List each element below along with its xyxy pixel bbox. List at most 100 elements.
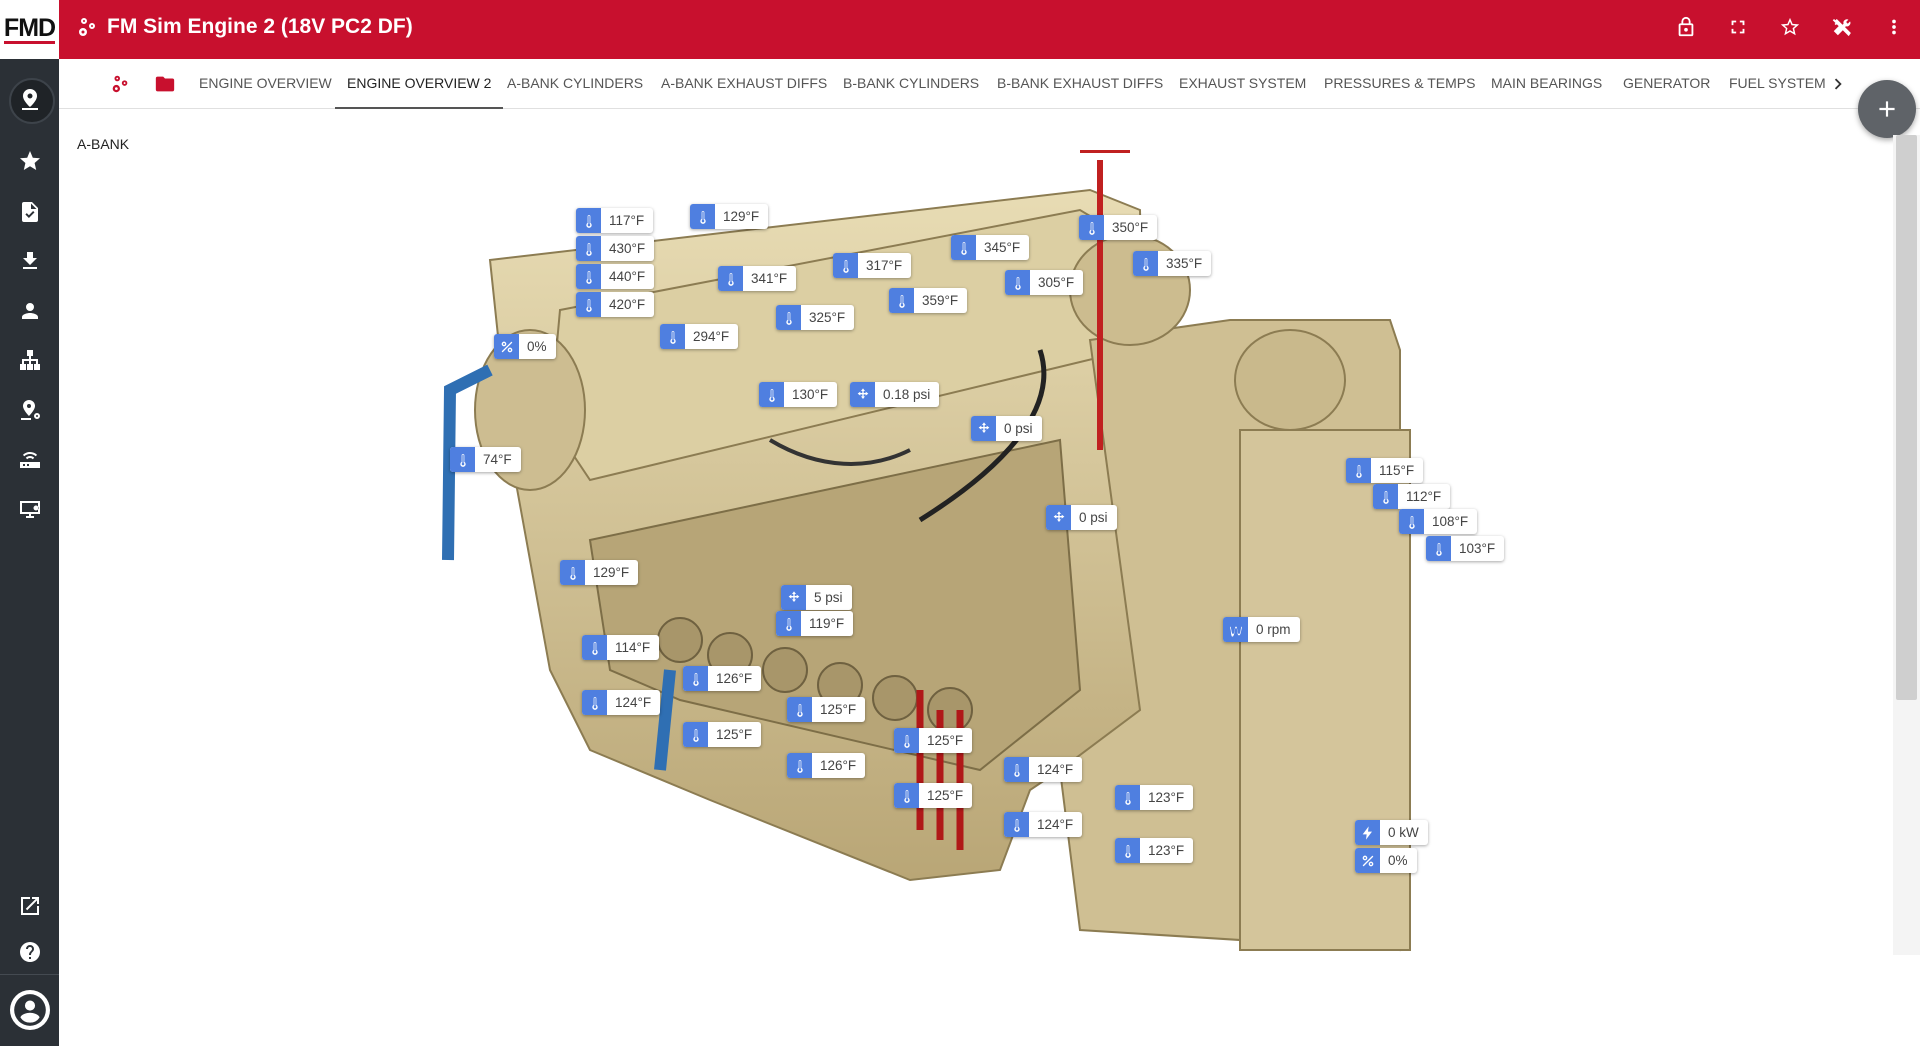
temp-sensor-chip[interactable]: 115°F bbox=[1346, 458, 1424, 483]
sensor-value: 335°F bbox=[1166, 256, 1203, 271]
temp-sensor-chip[interactable]: 129°F bbox=[560, 560, 639, 585]
tools-icon[interactable] bbox=[1816, 0, 1868, 54]
temp-sensor-chip[interactable]: 335°F bbox=[1133, 251, 1212, 276]
display-settings-icon[interactable] bbox=[0, 487, 59, 533]
temp-sensor-chip[interactable]: 126°F bbox=[683, 666, 762, 691]
tab-pressures-temps[interactable]: PRESSURES & TEMPS bbox=[1312, 59, 1487, 109]
thermometer-icon bbox=[1373, 484, 1398, 509]
dashboard-icon[interactable] bbox=[0, 76, 59, 124]
pressure-sensor-chip[interactable]: 0.18 psi bbox=[850, 382, 940, 407]
thermometer-icon bbox=[718, 266, 743, 291]
chevron-right-icon[interactable] bbox=[1826, 72, 1850, 96]
power-sensor-chip[interactable]: 0 kW bbox=[1355, 820, 1428, 845]
thermometer-icon bbox=[1399, 509, 1424, 534]
temp-sensor-chip[interactable]: 126°F bbox=[787, 753, 866, 778]
temp-sensor-chip[interactable]: 125°F bbox=[787, 697, 866, 722]
temp-sensor-chip[interactable]: 129°F bbox=[690, 204, 769, 229]
sensor-value: 0 psi bbox=[1079, 510, 1108, 525]
thermometer-icon bbox=[683, 722, 708, 747]
thermometer-icon bbox=[582, 690, 607, 715]
thermometer-icon bbox=[660, 324, 685, 349]
reports-icon[interactable] bbox=[0, 189, 59, 235]
account-icon[interactable] bbox=[10, 990, 50, 1030]
pressure-sensor-chip[interactable]: 5 psi bbox=[781, 585, 852, 610]
temp-sensor-chip[interactable]: 124°F bbox=[582, 690, 661, 715]
scrollbar-thumb[interactable] bbox=[1896, 135, 1917, 700]
hierarchy-icon[interactable] bbox=[0, 337, 59, 383]
gateway-icon[interactable] bbox=[0, 437, 59, 483]
open-external-icon[interactable] bbox=[0, 883, 59, 929]
temp-sensor-chip[interactable]: 125°F bbox=[894, 783, 973, 808]
user-icon[interactable] bbox=[0, 288, 59, 334]
temp-sensor-chip[interactable]: 325°F bbox=[776, 305, 855, 330]
tab-b-bank-cylinders[interactable]: B-BANK CYLINDERS bbox=[831, 59, 991, 109]
temp-sensor-chip[interactable]: 359°F bbox=[889, 288, 968, 313]
engine-tab-icon[interactable] bbox=[107, 71, 133, 97]
tab-exhaust-system[interactable]: EXHAUST SYSTEM bbox=[1167, 59, 1318, 109]
add-widget-button[interactable] bbox=[1858, 80, 1916, 138]
tab-a-bank-exhaust-diffs[interactable]: A-BANK EXHAUST DIFFS bbox=[649, 59, 839, 109]
section-label: A-BANK bbox=[77, 136, 130, 152]
temp-sensor-chip[interactable]: 345°F bbox=[951, 235, 1030, 260]
temp-sensor-chip[interactable]: 125°F bbox=[894, 728, 973, 753]
temp-sensor-chip[interactable]: 124°F bbox=[1004, 812, 1083, 837]
speed-sensor-chip[interactable]: 0 rpm bbox=[1223, 617, 1300, 642]
star-icon[interactable] bbox=[1764, 0, 1816, 54]
download-icon[interactable] bbox=[0, 238, 59, 284]
temp-sensor-chip[interactable]: 108°F bbox=[1399, 509, 1478, 534]
favorites-icon[interactable] bbox=[0, 138, 59, 184]
temp-sensor-chip[interactable]: 294°F bbox=[660, 324, 739, 349]
temp-sensor-chip[interactable]: 341°F bbox=[718, 266, 797, 291]
tab-engine-overview[interactable]: ENGINE OVERVIEW bbox=[187, 59, 344, 109]
temp-sensor-chip[interactable]: 117°F bbox=[576, 208, 654, 233]
tab-a-bank-cylinders[interactable]: A-BANK CYLINDERS bbox=[495, 59, 655, 109]
pressure-sensor-chip[interactable]: 0 psi bbox=[1046, 505, 1117, 530]
sensor-value: 294°F bbox=[693, 329, 730, 344]
temp-sensor-chip[interactable]: 440°F bbox=[576, 264, 655, 289]
temp-sensor-chip[interactable]: 317°F bbox=[833, 253, 912, 278]
power-icon bbox=[1355, 820, 1380, 845]
temp-sensor-chip[interactable]: 119°F bbox=[776, 611, 854, 636]
more-vert-icon[interactable] bbox=[1868, 0, 1920, 54]
engine-icon bbox=[79, 18, 95, 36]
sensor-value: 124°F bbox=[1037, 762, 1074, 777]
plus-icon bbox=[1879, 101, 1895, 117]
asset-settings-icon[interactable] bbox=[0, 387, 59, 433]
tab-main-bearings[interactable]: MAIN BEARINGS bbox=[1479, 59, 1614, 109]
temp-sensor-chip[interactable]: 420°F bbox=[576, 292, 655, 317]
temp-sensor-chip[interactable]: 74°F bbox=[450, 447, 521, 472]
thermometer-icon bbox=[690, 204, 715, 229]
temp-sensor-chip[interactable]: 350°F bbox=[1079, 215, 1158, 240]
tab-engine-overview-2[interactable]: ENGINE OVERVIEW 2 bbox=[335, 59, 504, 109]
percent-sensor-chip[interactable]: 0% bbox=[1355, 848, 1417, 873]
sensor-value: 0.18 psi bbox=[883, 387, 931, 402]
help-icon[interactable] bbox=[0, 929, 59, 975]
temp-sensor-chip[interactable]: 130°F bbox=[759, 382, 838, 407]
temp-sensor-chip[interactable]: 112°F bbox=[1373, 484, 1451, 509]
thermometer-icon bbox=[889, 288, 914, 313]
fullscreen-icon[interactable] bbox=[1712, 0, 1764, 54]
sensor-value: 420°F bbox=[609, 297, 646, 312]
temp-sensor-chip[interactable]: 124°F bbox=[1004, 757, 1083, 782]
temp-sensor-chip[interactable]: 305°F bbox=[1005, 270, 1084, 295]
thermometer-icon bbox=[576, 264, 601, 289]
tab-generator[interactable]: GENERATOR bbox=[1611, 59, 1722, 109]
thermometer-icon bbox=[1133, 251, 1158, 276]
temp-sensor-chip[interactable]: 125°F bbox=[683, 722, 762, 747]
pressure-icon bbox=[1046, 505, 1071, 530]
sensor-value: 126°F bbox=[716, 671, 753, 686]
temp-sensor-chip[interactable]: 430°F bbox=[576, 236, 655, 261]
sensor-value: 0 rpm bbox=[1256, 622, 1291, 637]
temp-sensor-chip[interactable]: 123°F bbox=[1115, 838, 1194, 863]
temp-sensor-chip[interactable]: 103°F bbox=[1426, 536, 1505, 561]
pressure-sensor-chip[interactable]: 0 psi bbox=[971, 416, 1042, 441]
lock-icon[interactable] bbox=[1660, 0, 1712, 54]
temp-sensor-chip[interactable]: 114°F bbox=[582, 635, 660, 660]
temp-sensor-chip[interactable]: 123°F bbox=[1115, 785, 1194, 810]
percent-sensor-chip[interactable]: 0% bbox=[494, 334, 556, 359]
tab-b-bank-exhaust-diffs[interactable]: B-BANK EXHAUST DIFFS bbox=[985, 59, 1175, 109]
rail-divider bbox=[0, 974, 59, 975]
folder-icon[interactable] bbox=[152, 71, 178, 97]
fmd-logo[interactable]: FMD bbox=[0, 0, 59, 59]
tab-fuel-system[interactable]: FUEL SYSTEM bbox=[1717, 59, 1826, 109]
